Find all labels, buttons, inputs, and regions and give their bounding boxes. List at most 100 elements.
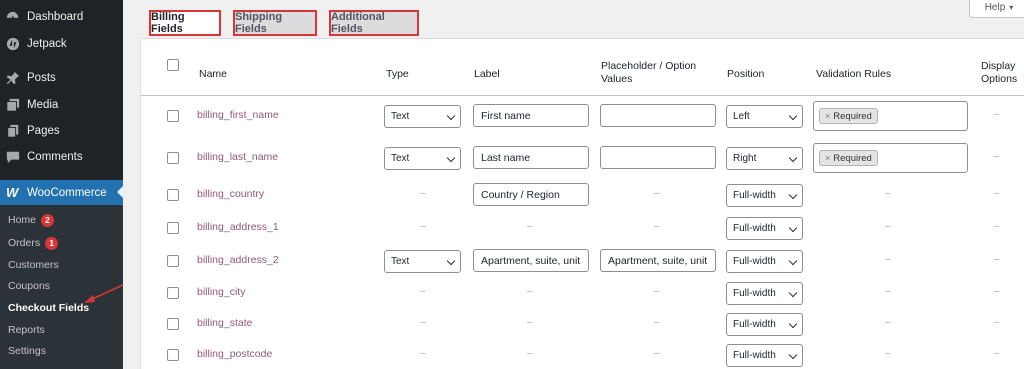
field-name[interactable]: billing_country (197, 188, 264, 200)
validation-rules-select[interactable]: × Required (813, 143, 968, 173)
empty-placeholder: – (654, 317, 660, 328)
sidebar-item-jetpack[interactable]: Jetpack (0, 33, 123, 55)
sidebar-item-label: WooCommerce (27, 186, 107, 199)
position-select-value: Full-width (733, 190, 776, 201)
placeholder-input[interactable] (600, 104, 716, 127)
empty-label: – (527, 317, 533, 328)
header-divider (141, 95, 1024, 96)
col-header-display: Display Options (981, 60, 1017, 86)
position-select[interactable]: Full-width (726, 344, 803, 367)
submenu-item-checkout-fields[interactable]: Checkout Fields (8, 299, 89, 317)
submenu-item-reports[interactable]: Reports (8, 321, 45, 339)
position-select[interactable]: Left (726, 105, 803, 128)
sidebar-item-label: Dashboard (27, 11, 84, 23)
field-name[interactable]: billing_city (197, 286, 245, 298)
row-checkbox[interactable] (167, 110, 179, 122)
submenu-item-settings[interactable]: Settings (8, 342, 46, 360)
empty-type: – (420, 286, 426, 297)
position-select-value: Left (733, 111, 750, 122)
chevron-down-icon (788, 256, 798, 266)
row-checkbox[interactable] (167, 287, 179, 299)
sidebar-item-dashboard[interactable]: Dashboard (0, 6, 123, 28)
field-name[interactable]: billing_first_name (197, 109, 279, 121)
select-all-checkbox[interactable] (167, 59, 179, 71)
validation-rules-select[interactable]: × Required (813, 101, 968, 131)
submenu-item-customers[interactable]: Customers (8, 256, 59, 274)
validation-chip[interactable]: × Required (819, 108, 878, 124)
remove-icon[interactable]: × (825, 111, 830, 121)
row-checkbox[interactable] (167, 318, 179, 330)
sidebar-item-label: Jetpack (27, 38, 67, 50)
field-name[interactable]: billing_last_name (197, 151, 278, 163)
field-name[interactable]: billing_postcode (197, 348, 272, 360)
field-name[interactable]: billing_address_2 (197, 254, 279, 266)
empty-validation: – (885, 317, 891, 328)
placeholder-input[interactable]: Apartment, suite, unit (600, 249, 716, 272)
chevron-down-icon (788, 319, 798, 329)
sidebar-item-posts[interactable]: Posts (0, 67, 123, 89)
chevron-down-icon: ▾ (1009, 3, 1014, 12)
position-select[interactable]: Full-width (726, 217, 803, 240)
row-checkbox[interactable] (167, 255, 179, 267)
submenu-label: Orders (8, 237, 41, 249)
validation-chip-label: Required (833, 152, 872, 164)
row-checkbox[interactable] (167, 222, 179, 234)
position-select[interactable]: Full-width (726, 313, 803, 336)
submenu-item-coupons[interactable]: Coupons (8, 277, 50, 295)
sidebar-item-media[interactable]: Media (0, 94, 123, 116)
row-checkbox[interactable] (167, 349, 179, 361)
empty-validation: – (885, 286, 891, 297)
position-select-value: Full-width (733, 288, 776, 299)
tab-additional-fields[interactable]: Additional Fields (329, 10, 419, 36)
label-input[interactable]: Country / Region (473, 183, 589, 206)
empty-type: – (420, 317, 426, 328)
help-button[interactable]: Help ▾ (969, 0, 1024, 18)
pin-icon (6, 71, 20, 85)
empty-validation: – (885, 188, 891, 199)
remove-icon[interactable]: × (825, 153, 830, 163)
col-header-name: Name (199, 68, 228, 80)
tab-shipping-fields[interactable]: Shipping Fields (233, 10, 317, 36)
type-select[interactable]: Text (384, 147, 461, 170)
dashboard-icon (6, 10, 20, 24)
empty-placeholder: – (654, 286, 660, 297)
type-select[interactable]: Text (384, 105, 461, 128)
label-input[interactable]: Apartment, suite, unit (473, 249, 589, 272)
submenu-item-orders[interactable]: Orders 1 (8, 234, 59, 252)
label-input[interactable]: First name (473, 104, 589, 127)
empty-validation: – (885, 221, 891, 232)
display-options: – (994, 109, 1000, 120)
empty-type: – (420, 221, 426, 232)
label-input[interactable]: Last name (473, 146, 589, 169)
type-select-value: Text (391, 111, 410, 122)
chevron-down-icon (446, 256, 456, 266)
field-name[interactable]: billing_state (197, 317, 252, 329)
sidebar-item-comments[interactable]: Comments (0, 146, 123, 168)
type-select[interactable]: Text (384, 250, 461, 273)
position-select[interactable]: Full-width (726, 282, 803, 305)
col-header-placeholder: Placeholder / Option Values (601, 60, 696, 86)
position-select[interactable]: Right (726, 147, 803, 170)
type-select-value: Text (391, 153, 410, 164)
notification-badge: 1 (45, 236, 59, 250)
display-options: – (994, 221, 1000, 232)
position-select[interactable]: Full-width (726, 184, 803, 207)
sidebar-item-woocommerce[interactable]: W WooCommerce (0, 180, 123, 205)
field-name[interactable]: billing_address_1 (197, 221, 279, 233)
placeholder-input[interactable] (600, 146, 716, 169)
tab-billing-fields[interactable]: Billing Fields (149, 10, 221, 36)
empty-validation: – (885, 348, 891, 359)
validation-chip[interactable]: × Required (819, 150, 878, 166)
position-select[interactable]: Full-width (726, 250, 803, 273)
empty-placeholder: – (654, 188, 660, 199)
row-checkbox[interactable] (167, 189, 179, 201)
position-select-value: Full-width (733, 350, 776, 361)
row-checkbox[interactable] (167, 152, 179, 164)
sidebar-item-pages[interactable]: Pages (0, 120, 123, 142)
col-header-type: Type (386, 68, 409, 80)
submenu-item-home[interactable]: Home 2 (8, 211, 55, 229)
display-options: – (994, 254, 1000, 265)
checkout-fields-table: Name Type Label Placeholder / Option Val… (140, 38, 1024, 369)
display-options: – (994, 348, 1000, 359)
woocommerce-icon: W (6, 185, 19, 200)
